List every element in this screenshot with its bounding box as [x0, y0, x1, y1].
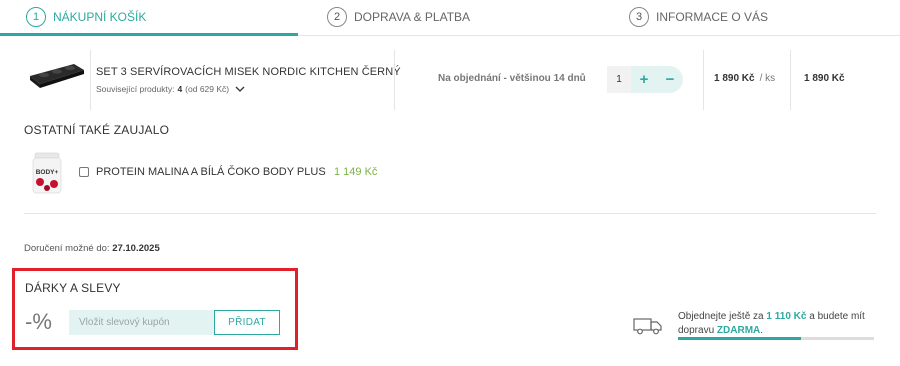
upsell-checkbox[interactable]: [79, 167, 89, 177]
upsell-product-price: 1 149 Kč: [334, 166, 378, 178]
step-shipping-payment[interactable]: 2 DOPRAVA & PLATBA: [327, 6, 470, 28]
step-customer-info[interactable]: 3 INFORMACE O VÁS: [629, 6, 768, 28]
active-step-underline: [0, 33, 298, 36]
step-number: 1: [26, 7, 46, 27]
step-number: 3: [629, 7, 649, 27]
upsell-image-label: BODY+: [36, 169, 59, 176]
delivery-label: Doručení možné do:: [24, 243, 110, 254]
column-divider: [790, 50, 791, 110]
chevron-down-icon: [235, 86, 245, 92]
also-interested-heading: OSTATNÍ TAKÉ ZAUJALO: [24, 123, 170, 137]
free-shipping-progress-bar: [678, 337, 874, 340]
column-divider: [394, 50, 395, 110]
related-count: 4: [177, 84, 183, 94]
unit-price-value: 1 890 Kč: [714, 73, 755, 84]
step-number: 2: [327, 7, 347, 27]
quantity-stepper: + −: [631, 66, 683, 93]
percent-discount-icon: -%: [25, 309, 52, 334]
step-label: NÁKUPNÍ KOŠÍK: [53, 10, 147, 24]
quantity-input[interactable]: 1: [607, 66, 631, 93]
column-divider: [703, 50, 704, 110]
decrease-quantity-button[interactable]: −: [666, 72, 675, 87]
gifts-discounts-heading: DÁRKY A SLEVY: [25, 281, 121, 295]
total-price: 1 890 Kč: [804, 73, 845, 84]
step-label: INFORMACE O VÁS: [656, 10, 769, 24]
increase-quantity-button[interactable]: +: [640, 72, 649, 87]
delivery-date: Doručení možné do: 27.10.2025: [24, 243, 160, 254]
unit-price: 1 890 Kč / ks: [714, 73, 775, 84]
step-cart[interactable]: 1 NÁKUPNÍ KOŠÍK: [26, 6, 146, 28]
unit-suffix: / ks: [759, 73, 776, 84]
cart-item-row: SET 3 SERVÍROVACÍCH MISEK NORDIC KITCHEN…: [24, 48, 876, 110]
shipping-text-end: .: [760, 325, 764, 336]
related-products-toggle[interactable]: Související produkty: 4 (od 629 Kč): [96, 84, 245, 94]
shipping-text-pre: Objednejte ještě za: [678, 311, 764, 322]
availability-status: Na objednání - většinou 14 dnů: [438, 73, 586, 84]
free-shipping-progress-fill: [678, 337, 802, 340]
shipping-remaining-amount: 1 110 Kč: [766, 311, 807, 322]
shipping-free-label: ZDARMA: [716, 325, 761, 336]
step-label: DOPRAVA & PLATBA: [354, 10, 471, 24]
column-divider: [90, 50, 91, 110]
truck-icon: [633, 318, 662, 335]
coupon-code-input[interactable]: [69, 310, 215, 335]
delivery-date-value: 27.10.2025: [112, 243, 160, 254]
related-from: (od 629 Kč): [185, 84, 230, 94]
checkout-steps: 1 NÁKUPNÍ KOŠÍK 2 DOPRAVA & PLATBA 3 INF…: [0, 0, 900, 36]
add-coupon-button[interactable]: PŘIDAT: [214, 310, 280, 335]
section-divider: [24, 213, 876, 214]
upsell-product-name[interactable]: PROTEIN MALINA A BÍLÁ ČOKO BODY PLUS: [96, 166, 326, 178]
product-image[interactable]: [28, 62, 86, 88]
upsell-product-image[interactable]: BODY+: [32, 152, 62, 194]
free-shipping-message: Objednejte ještě za 1 110 Kč a budete mí…: [678, 310, 878, 338]
product-name-link[interactable]: SET 3 SERVÍROVACÍCH MISEK NORDIC KITCHEN…: [96, 66, 401, 78]
related-label: Související produkty:: [96, 84, 175, 94]
